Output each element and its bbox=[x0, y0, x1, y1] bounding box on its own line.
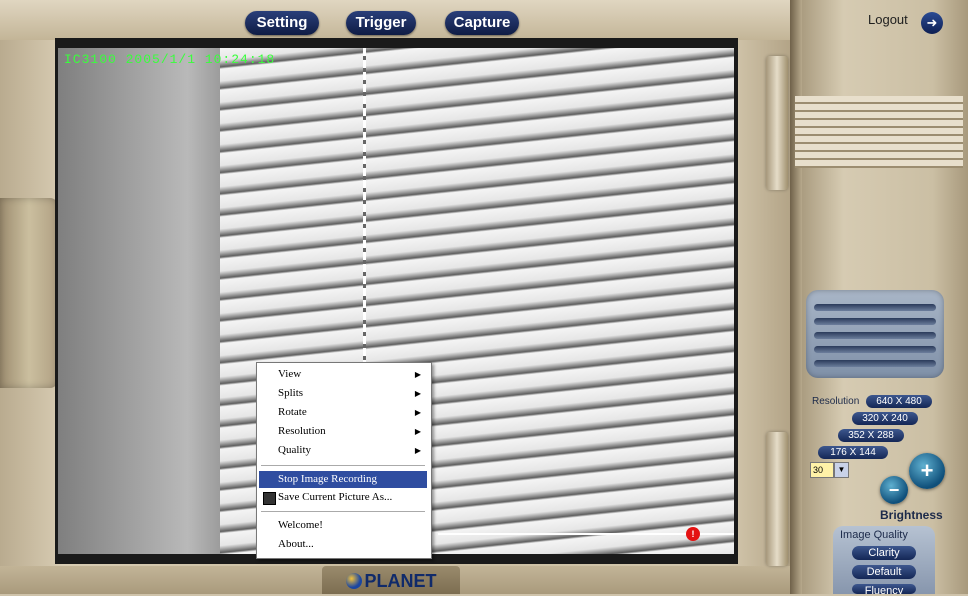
brightness-plus-button[interactable]: + bbox=[909, 453, 945, 489]
chevron-down-icon[interactable]: ▼ bbox=[834, 462, 849, 478]
recording-indicator-icon: ! bbox=[686, 527, 700, 541]
image-quality-label: Image Quality bbox=[840, 529, 908, 541]
menu-item-label: Quality bbox=[278, 444, 311, 456]
frame-side-bracket bbox=[0, 198, 58, 388]
logout-icon[interactable]: ➜ bbox=[921, 12, 943, 34]
menu-item-label: View bbox=[278, 368, 302, 380]
brightness-minus-button[interactable]: − bbox=[880, 476, 908, 504]
submenu-arrow-icon: ▶ bbox=[414, 389, 421, 398]
menu-item-label: About... bbox=[278, 538, 314, 550]
trigger-button[interactable]: Trigger bbox=[346, 11, 416, 35]
menu-item-label: Save Current Picture As... bbox=[278, 491, 393, 503]
resolution-352x288-button[interactable]: 352 X 288 bbox=[838, 429, 904, 442]
menu-item-stop-recording[interactable]: Stop Image Recording bbox=[259, 471, 427, 488]
hinge-bottom bbox=[766, 432, 788, 566]
hinge-top bbox=[766, 56, 788, 190]
submenu-arrow-icon: ▶ bbox=[414, 427, 421, 436]
menu-item-label: Resolution bbox=[278, 425, 326, 437]
resolution-320x240-button[interactable]: 320 X 240 bbox=[852, 412, 918, 425]
logo-text: PLANET bbox=[364, 571, 437, 591]
menu-item-resolution[interactable]: Resolution ▶ bbox=[259, 423, 427, 440]
video-timestamp-overlay: IC3100 2005/1/1 10:24:18 bbox=[64, 52, 276, 67]
submenu-arrow-icon: ▶ bbox=[414, 408, 421, 417]
menu-item-rotate[interactable]: Rotate ▶ bbox=[259, 404, 427, 421]
capture-button[interactable]: Capture bbox=[445, 11, 519, 35]
planet-logo: PLANET bbox=[322, 566, 460, 594]
panel-stripes bbox=[795, 96, 963, 168]
menu-separator bbox=[261, 511, 425, 512]
menu-item-welcome[interactable]: Welcome! bbox=[259, 517, 427, 534]
context-menu: View ▶ Splits ▶ Rotate ▶ Resolution ▶ Qualit… bbox=[256, 362, 432, 559]
submenu-arrow-icon: ▶ bbox=[414, 370, 421, 379]
floppy-disk-icon bbox=[263, 492, 276, 505]
panel-vent bbox=[806, 290, 944, 378]
video-blind-cord bbox=[363, 48, 366, 388]
menu-item-label: Splits bbox=[278, 387, 304, 399]
setting-button[interactable]: Setting bbox=[245, 11, 319, 35]
quality-clarity-button[interactable]: Clarity bbox=[852, 546, 916, 560]
vent-bar bbox=[814, 346, 936, 353]
menu-item-label: Rotate bbox=[278, 406, 307, 418]
resolution-640x480-button[interactable]: 640 X 480 bbox=[866, 395, 932, 408]
vent-bar bbox=[814, 332, 936, 339]
menu-item-save-picture[interactable]: Save Current Picture As... bbox=[259, 489, 427, 506]
menu-separator bbox=[261, 465, 425, 466]
logout-label[interactable]: Logout bbox=[868, 12, 908, 27]
panel-separator bbox=[790, 0, 802, 594]
submenu-arrow-icon: ▶ bbox=[414, 446, 421, 455]
vent-bar bbox=[814, 304, 936, 311]
menu-item-quality[interactable]: Quality ▶ bbox=[259, 442, 427, 459]
fps-select[interactable]: 30 bbox=[810, 462, 834, 478]
video-wall bbox=[58, 48, 220, 554]
menu-item-splits[interactable]: Splits ▶ bbox=[259, 385, 427, 402]
globe-icon bbox=[345, 573, 362, 589]
vent-bar bbox=[814, 360, 936, 367]
vent-bar bbox=[814, 318, 936, 325]
menu-item-about[interactable]: About... bbox=[259, 536, 427, 553]
resolution-176x144-button[interactable]: 176 X 144 bbox=[818, 446, 888, 459]
menu-item-label: Stop Image Recording bbox=[278, 473, 377, 485]
brightness-label: Brightness bbox=[880, 508, 943, 522]
menu-item-label: Welcome! bbox=[278, 519, 323, 531]
resolution-label: Resolution bbox=[812, 396, 860, 407]
menu-item-view[interactable]: View ▶ bbox=[259, 366, 427, 383]
quality-fluency-button[interactable]: Fluency bbox=[852, 584, 916, 594]
quality-default-button[interactable]: Default bbox=[852, 565, 916, 579]
